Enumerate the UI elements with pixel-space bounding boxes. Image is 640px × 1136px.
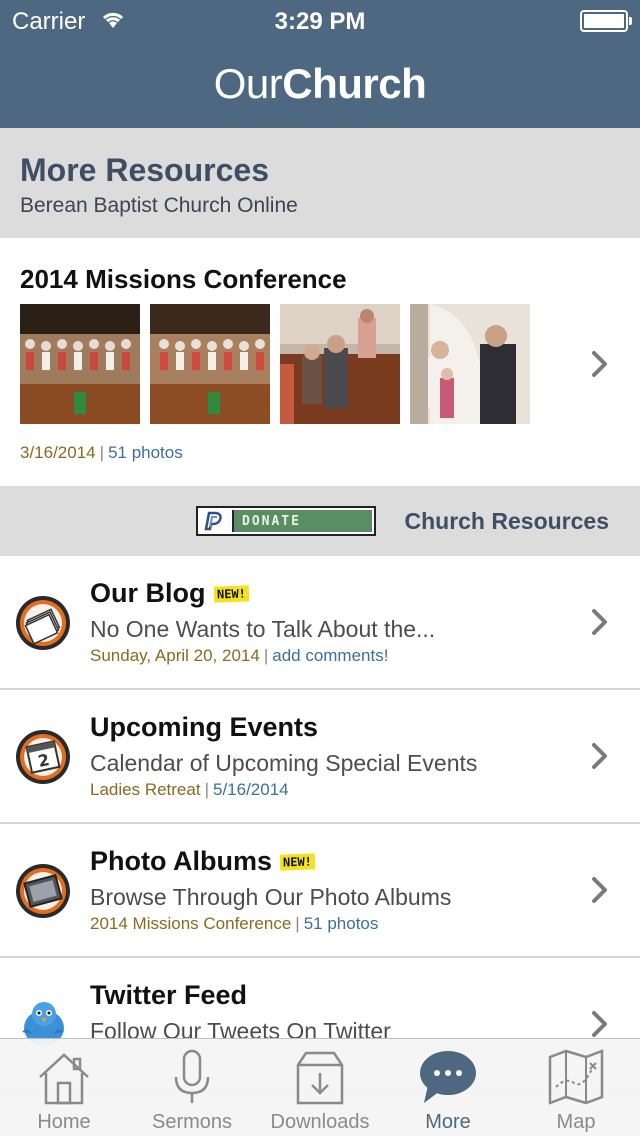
- tab-label: Map: [556, 1111, 596, 1133]
- list-item-title: Upcoming Events: [90, 712, 318, 743]
- chat-bubble-icon: [420, 1051, 476, 1103]
- top-bar: Carrier 3:29 PM OurChurch: [0, 0, 640, 128]
- chevron-right-icon: [592, 743, 607, 769]
- album-meta: 3/16/2014 | 51 photos: [20, 443, 183, 463]
- paypal-icon: [200, 510, 228, 532]
- calendar-icon: 2: [16, 730, 70, 784]
- tab-bar: Home Sermons Downloads More Map: [0, 1038, 640, 1136]
- tab-label: More: [425, 1111, 471, 1133]
- page-title: More Resources: [20, 152, 269, 188]
- meta-left: Ladies Retreat: [90, 780, 201, 799]
- meta-separator: |: [204, 780, 209, 799]
- paper-stack-icon: [16, 596, 70, 650]
- album-thumbnail[interactable]: [410, 304, 530, 424]
- meta-right: 5/16/2014: [213, 780, 289, 799]
- album-thumbnail[interactable]: [20, 304, 140, 424]
- album-thumbnail[interactable]: [150, 304, 270, 424]
- list-item-subtitle: No One Wants to Talk About the...: [90, 616, 436, 642]
- meta-left: Sunday, April 20, 2014: [90, 646, 260, 665]
- list-item-title-text: Twitter Feed: [90, 980, 248, 1010]
- tab-label: Sermons: [151, 1111, 233, 1133]
- album-date: 3/16/2014: [20, 443, 96, 462]
- list-item-title: Photo Albums NEW!: [90, 846, 316, 877]
- logo-church: Church: [282, 60, 427, 107]
- meta-separator: |: [263, 646, 269, 665]
- tab-home[interactable]: Home: [0, 1039, 128, 1136]
- page-subtitle: Berean Baptist Church Online: [20, 194, 298, 217]
- list-item-title-text: Photo Albums: [90, 846, 272, 876]
- church-resources-heading: Church Resources: [404, 508, 609, 534]
- tab-downloads[interactable]: Downloads: [256, 1039, 384, 1136]
- chevron-right-icon: [592, 609, 607, 635]
- list-item-meta: Ladies Retreat | 5/16/2014: [90, 780, 289, 800]
- featured-album-card[interactable]: 2014 Missions Conference 3/16/2014 | 51 …: [0, 238, 640, 486]
- list-item-our-blog[interactable]: Our Blog NEW! No One Wants to Talk About …: [0, 556, 640, 690]
- tab-label: Downloads: [270, 1111, 370, 1133]
- tab-sermons[interactable]: Sermons: [128, 1039, 256, 1136]
- resources-list: Our Blog NEW! No One Wants to Talk About …: [0, 556, 640, 1092]
- page-header: More Resources Berean Baptist Church Onl…: [0, 128, 640, 238]
- home-icon: [39, 1053, 89, 1105]
- tab-more[interactable]: More: [384, 1039, 512, 1136]
- album-thumbnails: [20, 304, 530, 424]
- download-box-icon: [296, 1051, 344, 1105]
- status-bar: Carrier 3:29 PM: [0, 0, 640, 40]
- logo-our: Our: [213, 60, 283, 107]
- list-item-meta: 2014 Missions Conference | 51 photos: [90, 914, 378, 934]
- list-item-title: Twitter Feed: [90, 980, 247, 1011]
- resources-bar: DONATE Church Resources: [0, 486, 640, 556]
- meta-left: 2014 Missions Conference: [90, 914, 292, 933]
- list-item-title-text: Upcoming Events: [90, 712, 319, 742]
- microphone-icon: [174, 1049, 210, 1103]
- donate-button[interactable]: DONATE: [196, 506, 376, 536]
- app-logo: OurChurch: [0, 60, 640, 108]
- map-icon: [548, 1049, 604, 1105]
- meta-right: 51 photos: [303, 914, 379, 933]
- album-thumbnail[interactable]: [280, 304, 400, 424]
- list-item-subtitle: Browse Through Our Photo Albums: [90, 884, 452, 910]
- list-item-title: Our Blog NEW!: [90, 578, 249, 609]
- app-screen: Carrier 3:29 PM OurChurch More Resources…: [0, 0, 640, 1136]
- new-badge: NEW!: [213, 584, 249, 603]
- battery-icon: [580, 10, 632, 32]
- list-item-upcoming-events[interactable]: 2 Upcoming Events Calendar of Upcoming S…: [0, 690, 640, 824]
- meta-right: add comments!: [272, 646, 389, 665]
- tab-map[interactable]: Map: [512, 1039, 640, 1136]
- photo-frame-icon: [16, 864, 70, 918]
- list-item-meta: Sunday, April 20, 2014 | add comments!: [90, 646, 388, 666]
- status-time: 3:29 PM: [274, 8, 366, 35]
- tab-label: Home: [37, 1111, 91, 1133]
- chevron-right-icon: [592, 1011, 607, 1037]
- list-item-title-text: Our Blog: [90, 578, 206, 608]
- new-badge: NEW!: [279, 852, 316, 871]
- list-item-subtitle: Calendar of Upcoming Special Events: [90, 750, 478, 776]
- list-item-photo-albums[interactable]: Photo Albums NEW! Browse Through Our Phot…: [0, 824, 640, 958]
- donate-label: DONATE: [232, 510, 372, 532]
- album-photo-count: 51 photos: [108, 443, 183, 462]
- chevron-right-icon: [592, 351, 607, 377]
- meta-separator: |: [99, 443, 105, 462]
- chevron-right-icon: [592, 877, 607, 903]
- album-title: 2014 Missions Conference: [20, 264, 347, 294]
- meta-separator: |: [295, 914, 300, 933]
